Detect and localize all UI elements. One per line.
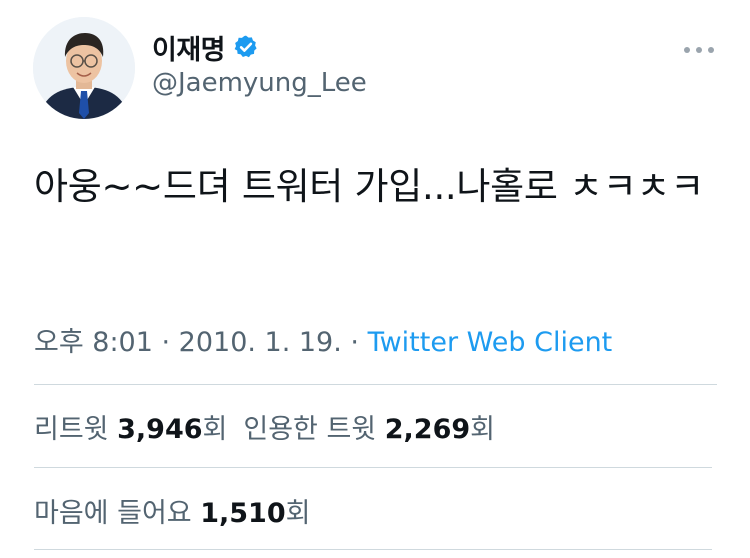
retweets-stat[interactable]: 리트윗 3,946회 (34, 414, 227, 445)
display-name[interactable]: 이재명 (152, 28, 226, 67)
likes-label: 마음에 들어요 (34, 498, 201, 529)
avatar[interactable] (33, 17, 135, 119)
tweet-source-link[interactable]: Twitter Web Client (368, 327, 613, 358)
retweets-unit: 회 (202, 414, 228, 445)
tweet-text: 아웅~~드뎌 트워터 가입...나홀로 ㅊㅋㅊㅋ (34, 165, 705, 208)
meta-separator: · (341, 327, 368, 358)
tweet-detail: 이재명 @Jaemyung_Lee 아웅~~드뎌 트워터 가입...나홀로 ㅊㅋ… (0, 0, 750, 558)
tweet-time[interactable]: 오후 8:01 (34, 327, 153, 358)
meta-separator: · (152, 327, 179, 358)
divider (34, 467, 712, 468)
divider (34, 549, 712, 550)
quotes-unit: 회 (470, 414, 495, 445)
tweet-meta: 오후 8:01 · 2010. 1. 19. · Twitter Web Cli… (34, 320, 612, 359)
verified-badge-icon (234, 35, 257, 58)
quotes-label: 인용한 트윗 (243, 414, 385, 445)
profile-photo-icon (33, 17, 135, 119)
likes-unit: 회 (285, 498, 311, 529)
likes-stat[interactable]: 마음에 들어요 1,510회 (34, 498, 310, 529)
retweet-stats-row: 리트윗 3,946회 인용한 트윗 2,269회 (34, 407, 495, 446)
divider (34, 384, 717, 385)
retweets-label: 리트윗 (34, 414, 118, 445)
author-handle[interactable]: @Jaemyung_Lee (152, 68, 367, 98)
quotes-count: 2,269 (384, 414, 471, 445)
more-options-icon[interactable] (682, 36, 716, 64)
tweet-date[interactable]: 2010. 1. 19. (179, 327, 342, 358)
quote-tweets-stat[interactable]: 인용한 트윗 2,269회 (243, 414, 495, 445)
likes-stats-row: 마음에 들어요 1,510회 (34, 491, 310, 530)
retweets-count: 3,946 (117, 414, 203, 445)
author-name-row[interactable]: 이재명 (152, 28, 259, 67)
likes-count: 1,510 (200, 498, 286, 529)
